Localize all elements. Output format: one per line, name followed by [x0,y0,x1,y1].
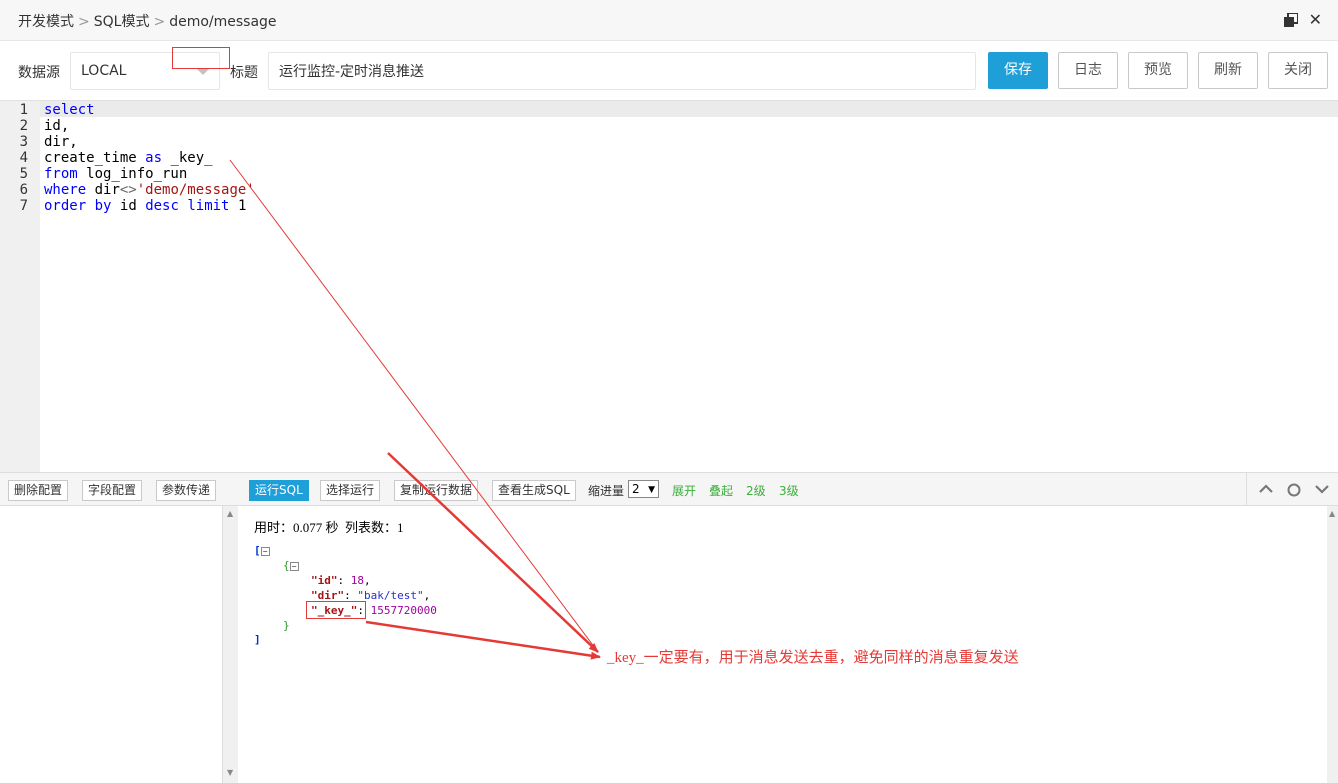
code-token: create_time [44,150,146,166]
run-selected-button[interactable]: 选择运行 [320,480,381,501]
datasource-label: 数据源 [18,65,60,81]
run-sql-button[interactable]: 运行SQL [249,480,309,501]
code-line: select [44,102,95,118]
json-line: [− [254,543,270,558]
scroll-up-icon[interactable]: ▲ [227,509,233,518]
sql-keyword: select [44,102,95,118]
sql-keyword: from [44,166,78,182]
key-field-highlight-box [306,601,366,619]
line-number: 6 [19,182,28,198]
code-line: id, [44,118,70,134]
circle-icon[interactable] [1287,483,1301,497]
scroll-down-icon[interactable]: ▼ [227,768,233,777]
collapse-link[interactable]: 叠起 [709,482,733,499]
close-icon[interactable]: ✕ [1309,12,1322,28]
sql-keyword: desc [145,198,179,214]
breadcrumb-item-sql-mode[interactable]: SQL模式 [94,14,150,30]
active-line-highlight [0,101,1338,117]
indent-value: 2 [632,482,640,496]
code-line: where dir<>'demo/message' [44,182,255,198]
indent-select[interactable]: 2 ▼ [628,480,659,498]
json-bracket: ] [254,633,261,646]
line-number: 7 [19,198,28,214]
annotation-note: _key_一定要有，用于消息发送去重，避免同样的消息重复发送 [607,650,1019,666]
dropdown-arrow-icon: ▼ [648,485,655,495]
line-number-gutter: 1 2 3 4 5 6 7 [0,101,40,473]
chevron-up-icon[interactable] [1259,484,1273,494]
json-bracket: [ [254,544,261,557]
param-pass-button[interactable]: 参数传递 [156,480,217,501]
breadcrumb: 开发模式 > SQL模式 > demo/message [18,11,277,31]
refresh-button[interactable]: 刷新 [1198,52,1258,89]
copy-run-data-button[interactable]: 复制运行数据 [394,480,479,501]
breadcrumb-item-dev-mode[interactable]: 开发模式 [18,14,74,30]
collapse-toggle-icon[interactable]: − [289,561,299,571]
close-button[interactable]: 关闭 [1268,52,1328,89]
json-line: {− [283,558,299,573]
delete-config-button[interactable]: 删除配置 [8,480,69,501]
json-line: "id": 18, [311,574,371,587]
level2-link[interactable]: 2级 [746,482,766,499]
sql-keyword: limit [187,198,230,214]
result-timing: 用时：0.077 秒 列表数：1 [254,520,404,535]
result-pane [238,506,1327,783]
collapse-toggle-icon[interactable]: − [260,546,270,556]
header-bar: 开发模式 > SQL模式 > demo/message ✕ [0,0,1338,41]
level3-link[interactable]: 3级 [779,482,799,499]
breadcrumb-item-current: demo/message [169,14,277,30]
result-toolbar: 删除配置 字段配置 参数传递 运行SQL 选择运行 复制运行数据 查看生成SQL… [0,472,1338,506]
json-brace: { [283,559,290,572]
view-generated-sql-button[interactable]: 查看生成SQL [492,480,576,501]
code-line: order by id desc limit 1 [44,198,246,214]
sql-keyword: order [44,198,87,214]
code-operator: <> [119,182,137,198]
save-button[interactable]: 保存 [988,52,1048,89]
panel-controls [1246,473,1338,506]
json-key: "id" [311,574,338,587]
chevron-down-icon[interactable] [1315,484,1329,494]
json-line: } [283,618,290,633]
json-line: ] [254,632,261,647]
breadcrumb-separator: > [78,14,90,30]
preview-button[interactable]: 预览 [1128,52,1188,89]
line-number: 1 [19,102,28,118]
field-config-button[interactable]: 字段配置 [82,480,143,501]
code-token: dir [86,182,120,198]
sql-keyword: where [44,182,87,198]
title-label: 标题 [230,65,258,81]
sql-keyword: as [145,150,163,166]
json-number: 18 [350,574,364,587]
code-line: create_time as _key_ [44,150,213,166]
code-token: id [119,198,137,214]
json-string: "bak/test" [357,589,424,602]
indent-label: 缩进量 [588,484,625,498]
json-brace: } [283,619,290,632]
line-number: 2 [19,118,28,134]
scrollbar[interactable]: ▲ [1327,506,1338,783]
sql-editor[interactable]: 1 2 3 4 5 6 7 select id, dir, create_tim… [0,100,1338,473]
sql-keyword: by [94,198,112,214]
maximize-icon[interactable] [1284,13,1298,27]
chevron-down-icon [197,69,209,75]
scrollbar[interactable]: ▲ ▼ [222,506,238,783]
key-alias-highlight-box [172,47,230,69]
code-token: log_info_run [77,166,188,182]
code-number: 1 [237,198,247,214]
code-token: _key_ [162,150,213,166]
line-number: 3 [19,134,28,150]
line-number: 5 [19,166,28,182]
breadcrumb-separator: > [153,14,166,30]
code-line: dir, [44,134,78,150]
code-line: from log_info_run [44,166,187,182]
line-number: 4 [19,150,28,166]
title-input[interactable] [268,52,976,90]
code-string: 'demo/message' [136,182,255,198]
datasource-value: LOCAL [81,63,127,79]
log-button[interactable]: 日志 [1058,52,1118,89]
scroll-up-icon[interactable]: ▲ [1329,509,1335,518]
json-number: 1557720000 [370,604,437,617]
expand-link[interactable]: 展开 [672,482,696,499]
config-pane [0,506,238,783]
